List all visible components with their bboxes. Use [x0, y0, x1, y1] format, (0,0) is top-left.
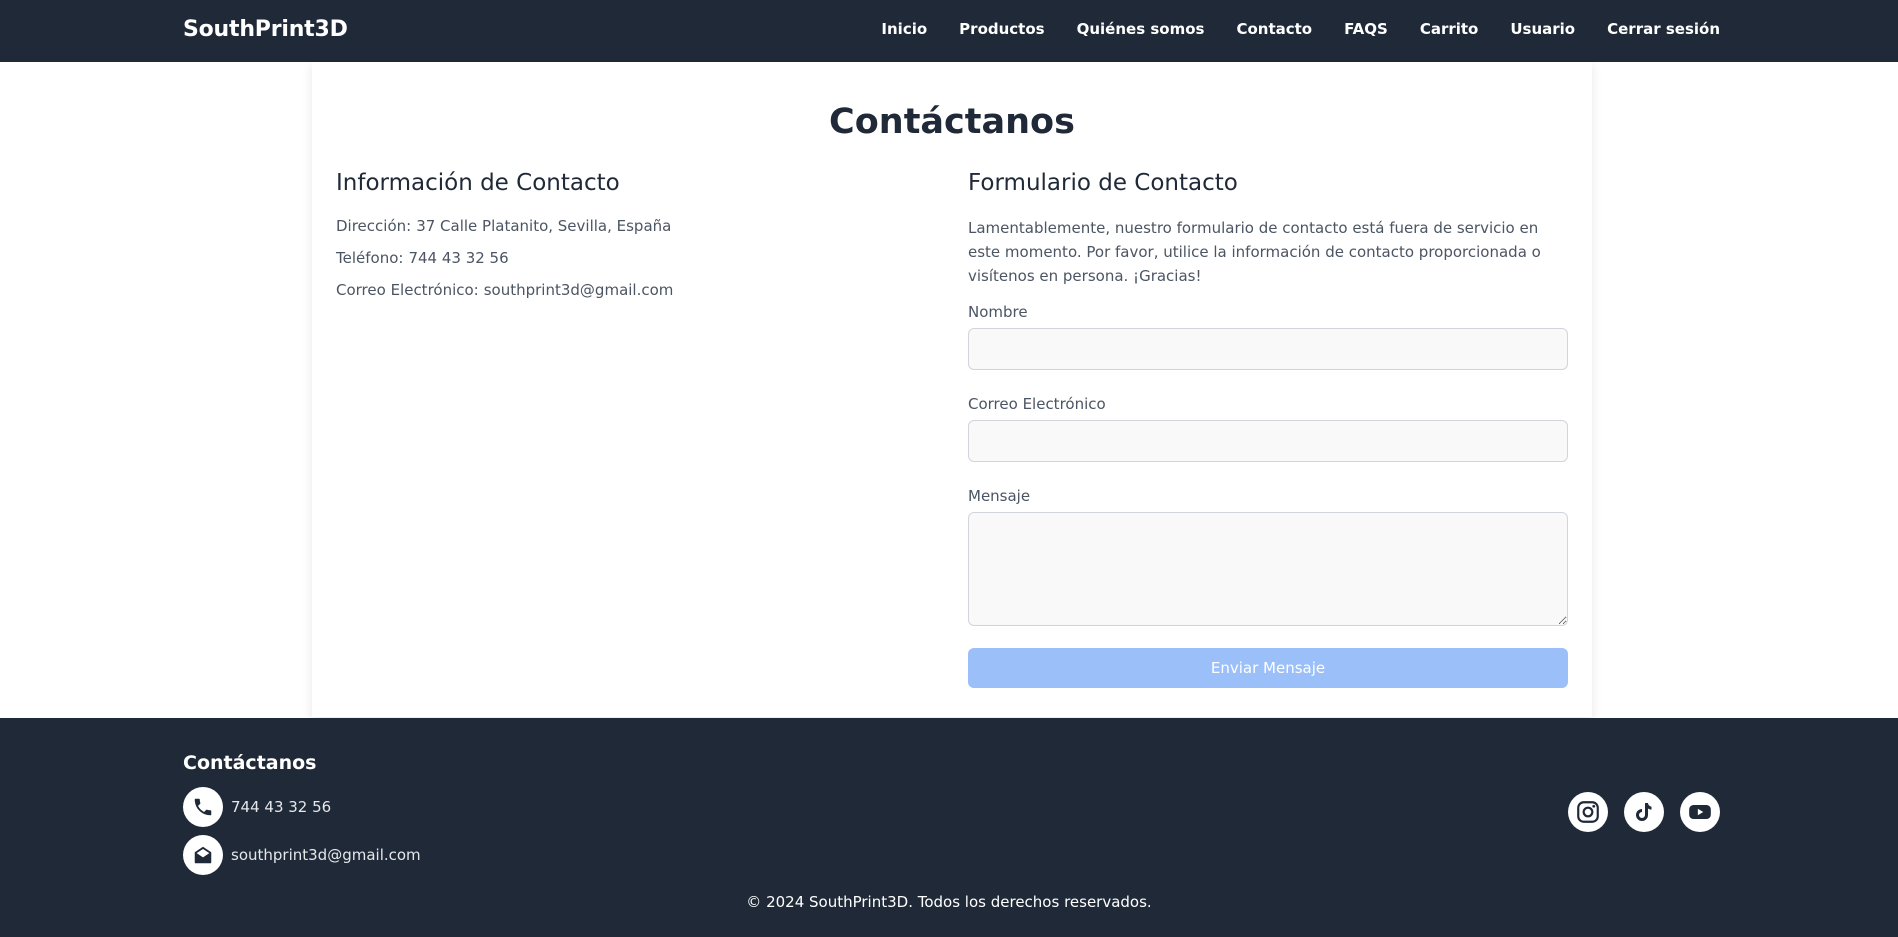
email-label: Correo Electrónico [968, 395, 1106, 413]
email-value: southprint3d@gmail.com [483, 281, 674, 299]
tiktok-icon[interactable] [1624, 792, 1664, 832]
name-input[interactable] [968, 328, 1568, 370]
social-links [1568, 792, 1720, 832]
top-navbar: SouthPrint3D Inicio Productos Quiénes so… [0, 0, 1898, 62]
youtube-icon[interactable] [1680, 792, 1720, 832]
email-line: Correo Electrónico: southprint3d@gmail.co… [336, 280, 896, 300]
copyright-text: © 2024 SouthPrint3D. Todos los derechos … [746, 893, 1152, 911]
envelope-icon [183, 835, 223, 875]
phone-icon [183, 787, 223, 827]
nav-link-carrito[interactable]: Carrito [1420, 20, 1479, 38]
footer-title: Contáctanos [183, 752, 317, 774]
email-label: Correo Electrónico: [336, 281, 479, 299]
address-label: Dirección: [336, 217, 412, 235]
footer-email-text: southprint3d@gmail.com [231, 846, 421, 864]
brand-logo[interactable]: SouthPrint3D [183, 17, 348, 42]
footer-phone-text: 744 43 32 56 [231, 798, 332, 816]
nav-link-quienes-somos[interactable]: Quiénes somos [1077, 20, 1205, 38]
contact-form-section: Formulario de Contacto Lamentablemente, … [968, 168, 1568, 688]
email-input[interactable] [968, 420, 1568, 462]
nav-link-contacto[interactable]: Contacto [1236, 20, 1312, 38]
nav-link-inicio[interactable]: Inicio [881, 20, 927, 38]
contact-info-section: Información de Contacto Dirección: 37 Cal… [336, 168, 896, 312]
phone-value: 744 43 32 56 [408, 249, 509, 267]
footer: Contáctanos 744 43 32 56 southprint3d@gm… [0, 718, 1898, 937]
form-unavailable-notice: Lamentablemente, nuestro formulario de c… [968, 219, 1541, 285]
nav-link-faqs[interactable]: FAQS [1344, 20, 1388, 38]
page-title: Contáctanos [829, 102, 1075, 142]
footer-phone-row: 744 43 32 56 [183, 787, 331, 827]
instagram-icon[interactable] [1568, 792, 1608, 832]
contact-card: Contáctanos Información de Contacto Dire… [312, 62, 1592, 717]
phone-label: Teléfono: [336, 249, 404, 267]
phone-line: Teléfono: 744 43 32 56 [336, 248, 896, 268]
message-label: Mensaje [968, 487, 1031, 505]
address-value: 37 Calle Platanito, Sevilla, España [416, 217, 672, 235]
contact-form-heading: Formulario de Contacto [968, 170, 1238, 196]
nav-link-productos[interactable]: Productos [959, 20, 1044, 38]
main-nav: Inicio Productos Quiénes somos Contacto … [881, 20, 1720, 38]
name-label: Nombre [968, 303, 1028, 321]
address-line: Dirección: 37 Calle Platanito, Sevilla, E… [336, 216, 896, 236]
message-textarea[interactable] [968, 512, 1568, 626]
send-message-button[interactable]: Enviar Mensaje [968, 648, 1568, 688]
contact-info-heading: Información de Contacto [336, 170, 620, 196]
nav-link-cerrar-sesion[interactable]: Cerrar sesión [1607, 20, 1720, 38]
footer-email-row: southprint3d@gmail.com [183, 835, 421, 875]
nav-link-usuario[interactable]: Usuario [1510, 20, 1575, 38]
